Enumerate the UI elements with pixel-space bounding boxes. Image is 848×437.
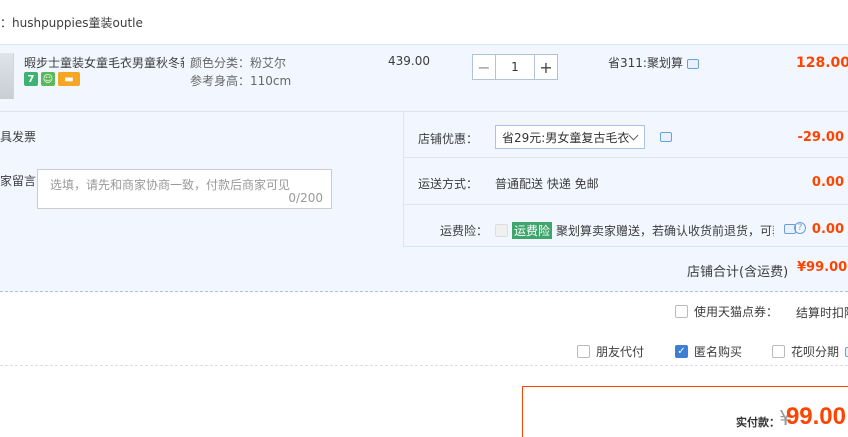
huabei-label: 花呗分期 bbox=[791, 345, 840, 359]
row-divider bbox=[403, 204, 848, 205]
huabei-checkbox[interactable] bbox=[772, 345, 785, 358]
item-subtotal: 128.00 bbox=[796, 55, 848, 71]
chat-icon[interactable] bbox=[686, 58, 699, 69]
freight-insurance-tag: 运费险 bbox=[512, 222, 553, 239]
invoice-label: 具发票 bbox=[0, 130, 37, 144]
sku-color: 颜色分类：粉艾尔 bbox=[190, 56, 287, 70]
order-item-row: 暇步士童装女童毛衣男童秋冬新... 7 ☺ ▬ 颜色分类：粉艾尔 参考身高：11… bbox=[0, 44, 848, 112]
points-note: 结算时扣除 bbox=[796, 306, 848, 320]
anonymous-checkbox[interactable]: ✓ bbox=[675, 345, 688, 358]
shipping-method: 普通配送 快递 免邮 bbox=[495, 177, 599, 191]
message-char-count: 0/200 bbox=[288, 191, 323, 205]
freight-insurance-checkbox[interactable] bbox=[495, 224, 508, 237]
promo-text: 省311:聚划算 bbox=[608, 56, 683, 70]
shipping-label: 运送方式： bbox=[417, 177, 478, 191]
payment-amount: 99.00 bbox=[785, 403, 846, 430]
store-discount-select[interactable]: 省29元:男女童复古毛衣 bbox=[495, 125, 645, 149]
product-title[interactable]: 暇步士童装女童毛衣男童秋冬新... bbox=[24, 54, 184, 71]
row-divider bbox=[403, 157, 848, 158]
help-icon[interactable]: ? bbox=[794, 222, 806, 234]
chevron-down-icon bbox=[628, 130, 639, 141]
tmall-points-option[interactable]: 使用天猫点券： bbox=[675, 303, 778, 320]
store-discount-selected: 省29元:男女童复古毛衣 bbox=[502, 130, 630, 145]
freight-insurance-option: 运费险 聚划算卖家赠送，若确认收货前退货，可获... bbox=[495, 222, 774, 239]
anonymous-label: 匿名购买 bbox=[694, 345, 743, 359]
guarantee-icon[interactable]: ☺ bbox=[41, 72, 55, 86]
promo-info: 省311:聚划算 bbox=[608, 54, 699, 71]
payment-summary: 实付款： ¥ 99.00 bbox=[522, 386, 848, 437]
points-row: 使用天猫点券： 结算时扣除 bbox=[0, 296, 848, 326]
quantity-input[interactable]: 1 bbox=[496, 54, 534, 80]
store-discount-label: 店铺优惠： bbox=[417, 132, 478, 146]
card-icon[interactable]: ▬ bbox=[58, 72, 80, 86]
friend-pay-checkbox[interactable] bbox=[577, 345, 590, 358]
service-badges: 7 ☺ ▬ bbox=[24, 72, 80, 86]
seller-message-input[interactable]: 选填，请先和商家协商一致，付款后商家可见 0/200 bbox=[37, 169, 332, 209]
quantity-stepper: − 1 + bbox=[472, 54, 558, 80]
order-extras-panel: 具发票 家留言： 选填，请先和商家协商一致，付款后商家可见 0/200 店铺优惠… bbox=[0, 112, 848, 292]
freight-insurance-label: 运费险： bbox=[439, 224, 488, 238]
product-sku: 颜色分类：粉艾尔 参考身高：110cm bbox=[190, 54, 291, 90]
store-total-label: 店铺合计(含运费) bbox=[687, 265, 789, 280]
row-divider bbox=[403, 246, 848, 247]
panel-divider bbox=[403, 112, 404, 246]
sku-height: 参考身高：110cm bbox=[190, 74, 292, 88]
payment-label: 实付款： bbox=[736, 416, 780, 429]
chat-icon[interactable] bbox=[660, 132, 672, 142]
unit-price: 439.00 bbox=[388, 54, 430, 68]
quantity-decrease-button[interactable]: − bbox=[472, 54, 496, 80]
huabei-option[interactable]: 花呗分期 bbox=[772, 343, 848, 360]
store-name[interactable]: ：hushpuppies童装outle bbox=[0, 14, 143, 31]
shipping-amount: 0.00 bbox=[811, 175, 844, 190]
friend-pay-label: 朋友代付 bbox=[596, 345, 645, 359]
tmall-points-label: 使用天猫点券： bbox=[694, 305, 779, 319]
seven-day-return-icon[interactable]: 7 bbox=[24, 72, 38, 86]
product-thumbnail[interactable] bbox=[0, 53, 14, 99]
quantity-increase-button[interactable]: + bbox=[534, 54, 558, 80]
anonymous-option[interactable]: ✓ 匿名购买 bbox=[675, 343, 742, 360]
freight-insurance-amount: 0.00 bbox=[811, 222, 844, 237]
store-discount-amount: -29.00 bbox=[797, 130, 844, 145]
freight-insurance-text: 聚划算卖家赠送，若确认收货前退货，可获... bbox=[556, 224, 775, 238]
store-total-amount: ¥99.00 bbox=[797, 260, 848, 275]
message-placeholder: 选填，请先和商家协商一致，付款后商家可见 bbox=[50, 178, 291, 192]
tmall-points-checkbox[interactable] bbox=[675, 305, 688, 318]
friend-pay-option[interactable]: 朋友代付 bbox=[577, 343, 644, 360]
payment-options-row: 朋友代付 ✓ 匿名购买 花呗分期 bbox=[0, 334, 848, 366]
